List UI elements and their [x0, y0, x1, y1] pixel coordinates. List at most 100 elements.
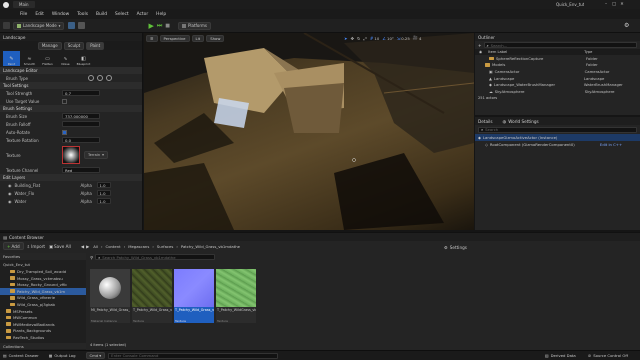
brush-settings-section[interactable]: Brush Settings: [0, 105, 142, 112]
landscape-editor-section[interactable]: Landscape Editor: [0, 67, 142, 74]
output-log-button[interactable]: ▦ Output Log: [49, 353, 76, 358]
brush-falloff-input[interactable]: [62, 121, 100, 127]
layer-row[interactable]: ◉ Building_Flat Alpha 1.0: [0, 181, 142, 189]
breadcrumb-item[interactable]: Megascans: [128, 244, 149, 249]
settings-icon[interactable]: ⚙: [624, 22, 629, 29]
layer-row[interactable]: ◉ Water Alpha 1.0: [0, 197, 142, 205]
blueprint-icon[interactable]: [68, 22, 76, 29]
world-settings-tab[interactable]: World Settings: [508, 119, 539, 124]
eye-icon[interactable]: ◉: [8, 191, 12, 196]
folder-row[interactable]: MWCommon: [0, 314, 86, 321]
outliner-row[interactable]: ◆ Landscape_WaterBrushManager WaterBrushMa…: [475, 81, 640, 88]
scale-snap-icon[interactable]: ⇲: [397, 36, 401, 41]
folder-row-selected[interactable]: Patchy_Wild_Grass_vb1m: [0, 287, 86, 295]
folder-row[interactable]: RezTech_Studios: [0, 334, 86, 341]
mode-dropdown[interactable]: Landscape Mode ▾: [13, 21, 65, 30]
angle-snap-value[interactable]: 10°: [387, 36, 394, 41]
grid-snap-value[interactable]: 10: [374, 36, 379, 41]
edit-layers-section[interactable]: Edit Layers: [0, 174, 142, 181]
menu-actor[interactable]: Actor: [137, 12, 149, 17]
outliner-row[interactable]: ▣ CameraActor CameraActor: [475, 68, 640, 75]
derived-data-button[interactable]: ▥ Derived Data: [545, 353, 576, 358]
layer-row[interactable]: ◉ Water_Flo Alpha 1.0: [0, 189, 142, 197]
import-button[interactable]: ⇩ Import: [27, 244, 45, 249]
breadcrumb-item[interactable]: Surfaces: [157, 244, 173, 249]
maximize-icon[interactable]: □: [610, 1, 618, 6]
layer-alpha-input[interactable]: 1.0: [96, 182, 111, 188]
source-control-button[interactable]: ⊘ Source Control Off: [588, 353, 628, 358]
folder-row[interactable]: Mossy_Rocky_Ground_vfib: [0, 281, 86, 288]
lit-button[interactable]: Lit: [191, 35, 205, 42]
texture-channel-select[interactable]: Red: [62, 167, 100, 173]
details-tab[interactable]: Details: [478, 119, 493, 124]
tool-smooth[interactable]: ≈ Smooth: [21, 51, 38, 66]
console-input[interactable]: Enter Console Command: [108, 352, 279, 359]
folder-row[interactable]: Dry_Trampled_Soil_wcadd: [0, 268, 86, 275]
perspective-button[interactable]: Perspective: [159, 35, 190, 42]
folder-row[interactable]: Plants_Backgrounds: [0, 328, 86, 335]
rotate-icon[interactable]: ↻: [357, 36, 361, 41]
col-item-label[interactable]: Item Label: [488, 50, 584, 54]
platforms-button[interactable]: Platforms: [177, 21, 211, 30]
menu-tools[interactable]: Tools: [77, 12, 88, 17]
show-button[interactable]: Show: [206, 35, 225, 42]
use-target-checkbox[interactable]: [62, 98, 67, 104]
menu-select[interactable]: Select: [115, 12, 129, 17]
mode-sculpt[interactable]: Sculpt: [63, 41, 85, 50]
minimize-icon[interactable]: –: [602, 1, 610, 6]
brush-circle-icon[interactable]: [88, 75, 94, 81]
folder-row[interactable]: MWMedievalBadlands: [0, 321, 86, 328]
folder-row[interactable]: MSPresets: [0, 308, 86, 315]
asset-tile[interactable]: MI_Patchy_Wild_Grass_vb1mdathe_4K Materi…: [90, 269, 130, 323]
camera-speed-value[interactable]: 4: [419, 36, 421, 41]
eye-icon[interactable]: ◉: [8, 199, 12, 204]
eye-icon[interactable]: ◉: [8, 183, 12, 188]
mode-manage[interactable]: Manage: [37, 41, 62, 50]
folder-row[interactable]: Wild_Grass_pj3gkab: [0, 301, 86, 308]
layer-alpha-input[interactable]: 1.0: [96, 190, 111, 196]
menu-window[interactable]: Window: [52, 12, 69, 17]
component-row[interactable]: ◇ RootComponent (GizmoRenderComponent0) …: [475, 141, 640, 148]
stop-icon[interactable]: ■: [165, 23, 170, 29]
back-icon[interactable]: ◀: [81, 244, 84, 249]
details-search-input[interactable]: ⌕ Search: [478, 126, 637, 133]
tool-flatten[interactable]: ▭ Flatten: [39, 51, 56, 66]
forward-icon[interactable]: ▶: [86, 244, 89, 249]
texture-dropdown[interactable]: Terrain ▾: [84, 151, 108, 159]
landscape-panel-tab[interactable]: Landscape: [0, 33, 142, 41]
filter-icon[interactable]: ⚲: [90, 255, 93, 260]
content-browser-tab[interactable]: ▤ Content Browser: [0, 233, 640, 241]
project-root[interactable]: Quick_Env_tut: [0, 262, 86, 269]
favorites-section[interactable]: Favorites: [0, 253, 86, 260]
brush-pattern-icon[interactable]: [106, 75, 112, 81]
texture-rotation-input[interactable]: 0.0: [62, 137, 100, 143]
collections-section[interactable]: Collections: [0, 342, 86, 350]
scale-snap-value[interactable]: 0.25: [401, 36, 409, 41]
menu-build[interactable]: Build: [96, 12, 107, 17]
cinematics-icon[interactable]: [78, 22, 86, 29]
folder-row[interactable]: Mossy_Grass_vckmabsu: [0, 275, 86, 282]
outliner-row[interactable]: SphereReflectionCapture Folder: [475, 55, 640, 62]
viewport-menu-button[interactable]: ≡: [146, 35, 158, 42]
menu-file[interactable]: File: [20, 12, 27, 17]
angle-snap-icon[interactable]: ∠: [382, 36, 386, 41]
outliner-tab[interactable]: Outliner: [475, 33, 640, 41]
auto-rotate-checkbox[interactable]: [62, 129, 67, 135]
selected-actor-row[interactable]: ◆ LandscapeGizmoActiveActor (Instance): [475, 134, 640, 141]
asset-search-input[interactable]: ⌕ Search Patchy_Wild_Grass_vb1mdathe: [95, 254, 216, 260]
level-tab[interactable]: Main: [13, 1, 35, 8]
outliner-search-input[interactable]: ⌕ Search...: [483, 42, 637, 48]
tool-paint[interactable]: ✎ Paint: [3, 51, 20, 66]
layer-alpha-input[interactable]: 1.0: [96, 198, 111, 204]
menu-help[interactable]: Help: [156, 12, 166, 17]
scale-icon[interactable]: ⤢: [364, 36, 367, 41]
play-icon[interactable]: ▶: [148, 22, 153, 30]
tool-noise[interactable]: ∿ Noise: [57, 51, 74, 66]
breadcrumb-item[interactable]: Content: [106, 244, 121, 249]
col-type[interactable]: Type: [584, 50, 592, 54]
tool-settings-section[interactable]: Tool Settings: [0, 82, 142, 89]
cb-settings-button[interactable]: ⚙ Settings: [444, 245, 467, 250]
breadcrumb-item[interactable]: Patchy_Wild_Grass_vb1mdathe: [181, 244, 240, 249]
outliner-row[interactable]: Models Folder: [475, 62, 640, 69]
tool-blueprint[interactable]: ◧ Blueprint: [75, 51, 92, 66]
